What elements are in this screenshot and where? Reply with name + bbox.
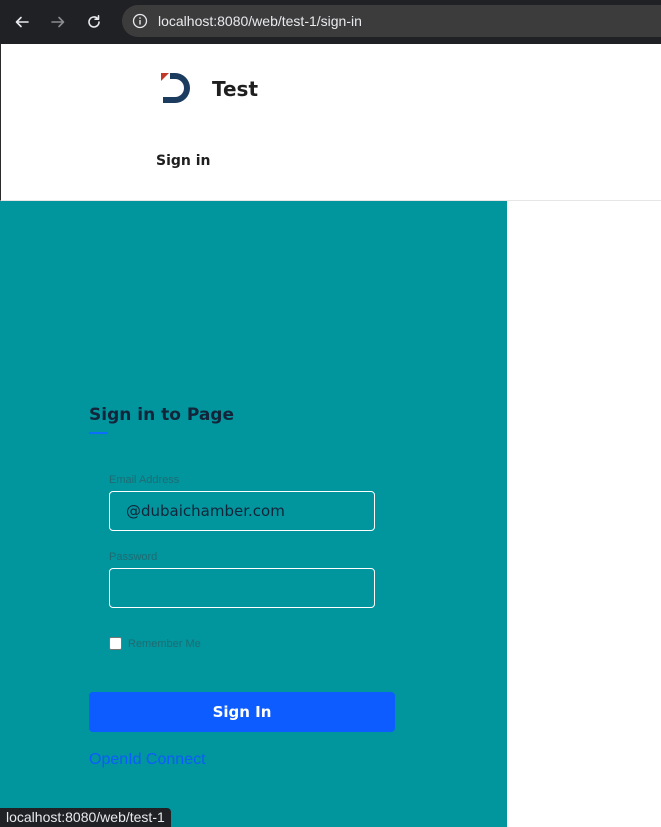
reload-icon	[88, 15, 100, 28]
back-button[interactable]	[8, 8, 36, 36]
password-label: Password	[109, 551, 158, 563]
status-bar-url: localhost:8080/web/test-1	[0, 808, 171, 827]
info-icon[interactable]	[132, 13, 148, 29]
remember-me-row[interactable]: Remember Me	[109, 637, 201, 650]
remember-me-label[interactable]: Remember Me	[128, 638, 201, 650]
sign-in-button[interactable]: Sign In	[89, 692, 395, 732]
logo-icon[interactable]	[158, 70, 194, 106]
reload-button[interactable]	[80, 8, 108, 36]
remember-me-checkbox[interactable]	[109, 637, 122, 650]
forward-button[interactable]	[44, 8, 72, 36]
arrow-right-icon	[51, 16, 65, 28]
title-underline	[89, 432, 108, 434]
email-label: Email Address	[109, 474, 180, 486]
browser-toolbar: localhost:8080/web/test-1/sign-in	[0, 0, 661, 44]
url-text[interactable]: localhost:8080/web/test-1/sign-in	[158, 13, 362, 29]
address-bar[interactable]: localhost:8080/web/test-1/sign-in	[122, 5, 661, 37]
password-input[interactable]	[109, 568, 375, 608]
brand-name[interactable]: Test	[212, 77, 258, 101]
email-input[interactable]: @dubaichamber.com	[109, 491, 375, 531]
openid-connect-link[interactable]: OpenId Connect	[89, 751, 206, 769]
nav-signin-link[interactable]: Sign in	[156, 153, 211, 169]
login-panel: Sign in to Page Email Address @dubaicham…	[0, 201, 507, 827]
site-header: Test Sign in	[0, 44, 661, 201]
form-title: Sign in to Page	[89, 405, 235, 425]
arrow-left-icon	[15, 16, 29, 28]
